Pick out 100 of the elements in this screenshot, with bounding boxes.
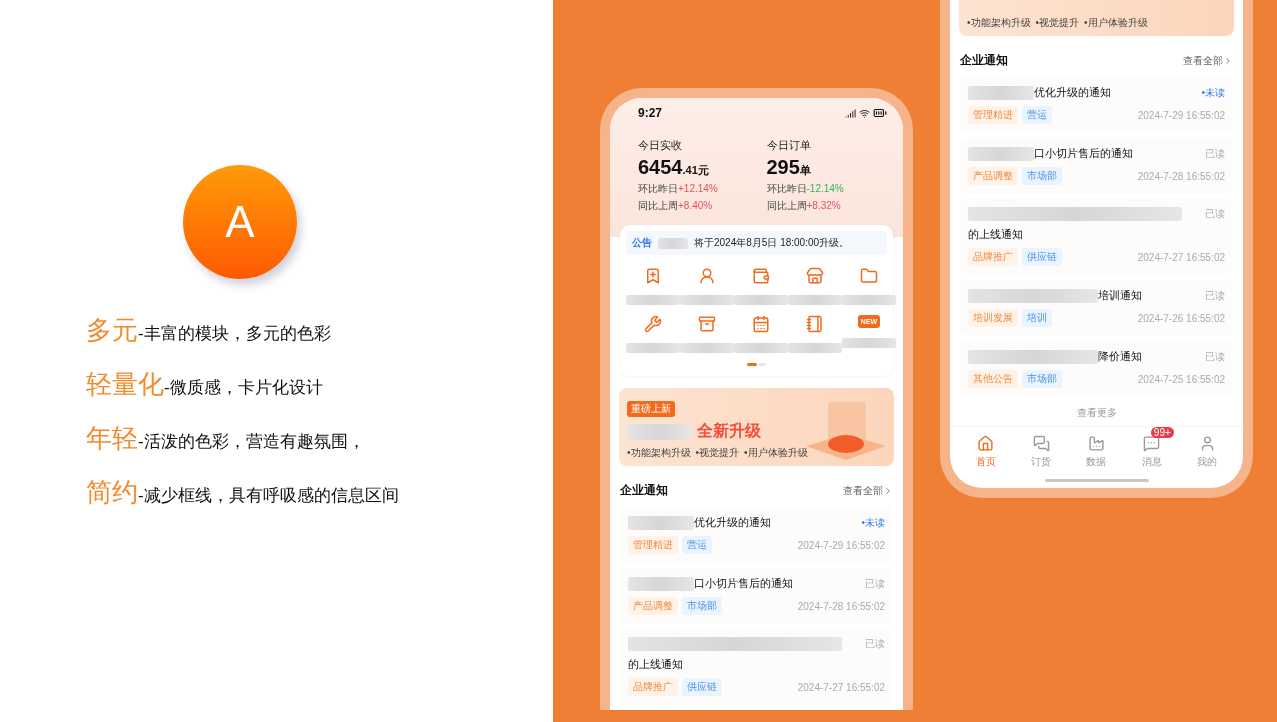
banner-bullet: •视觉提升	[1035, 16, 1080, 30]
notice-card[interactable]: 培训通知 已读 培训发展 培训 2024-7-26 16:55:02	[960, 280, 1233, 335]
announcement-tag: 公告	[632, 236, 652, 250]
keyword: 简约	[86, 476, 138, 509]
notice-title: 降价通知	[1098, 349, 1142, 364]
banner-title: 全新升级	[697, 421, 761, 441]
tag: 培训发展	[968, 309, 1018, 327]
tab-icon	[1143, 435, 1161, 452]
tag: 供应链	[682, 678, 722, 696]
tag: 供应链	[1022, 248, 1062, 266]
stat-change: +8.40%	[678, 200, 713, 211]
notice-time: 2024-7-28 16:55:02	[1137, 170, 1225, 182]
shortcut-icon[interactable]	[644, 315, 662, 333]
notice-time: 2024-7-28 16:55:02	[797, 600, 885, 612]
stat-value: 6454	[638, 156, 683, 179]
notice-time: 2024-7-29 16:55:02	[797, 539, 885, 551]
notice-card[interactable]: 口小切片售后的通知 已读 产品调整 市场部 2024-7-28 16:55:02	[620, 568, 893, 623]
notice-card[interactable]: 优化升级的通知 •未读 管理精进 营运 2024-7-29 16:55:02	[960, 77, 1233, 132]
blurred-text	[628, 515, 694, 530]
signal-icon	[845, 107, 856, 119]
stat-value: 295	[766, 156, 800, 179]
tag: 产品调整	[628, 597, 678, 615]
stat-unit: 单	[799, 164, 811, 178]
shortcut-icon[interactable]	[806, 315, 824, 333]
tag: 培训	[1022, 309, 1052, 327]
section-title: 企业通知	[960, 52, 1008, 69]
blurred-text	[788, 343, 842, 353]
notice-title: 口小切片售后的通知	[694, 576, 793, 591]
battery-icon	[873, 106, 887, 120]
notice-card[interactable]: 优化升级的通知 •未读 管理精进 营运 2024-7-29 16:55:02	[620, 507, 893, 562]
blurred-text	[842, 295, 896, 305]
keyword-description: -微质感，卡片化设计	[164, 378, 323, 399]
wifi-icon	[859, 107, 870, 119]
notice-time: 2024-7-27 16:55:02	[797, 681, 885, 693]
notice-title: 口小切片售后的通知	[1034, 146, 1133, 161]
notice-card[interactable]: 口小切片售后的通知 已读 产品调整 市场部 2024-7-28 16:55:02	[960, 138, 1233, 193]
announcement-bar[interactable]: 公告 将于2024年8月5日 18:00:00升级。	[626, 231, 887, 255]
read-status: •未读	[1201, 85, 1225, 100]
banner-badge: 重磅上新	[627, 401, 675, 417]
stat-unit: .41元	[682, 164, 709, 178]
tab-icon	[977, 435, 995, 452]
stat-change: +12.14%	[678, 183, 718, 194]
shortcut-icon[interactable]	[698, 267, 716, 285]
notice-title: 培训通知	[1098, 288, 1142, 303]
count-badge: 99+	[1150, 427, 1174, 438]
promo-banner[interactable]: 重磅上新 全新升级 •功能架构升级 •视觉提升 •用户体验升级	[619, 388, 894, 466]
shortcut-icon[interactable]	[698, 315, 716, 333]
notice-time: 2024-7-26 16:55:02	[1137, 312, 1225, 324]
tag: 产品调整	[968, 167, 1018, 185]
promo-banner[interactable]: •功能架构升级 •视觉提升 •用户体验升级	[959, 0, 1234, 36]
stat-change: -12.14%	[806, 183, 844, 194]
notice-card[interactable]: 已读 的上线通知 品牌推广 供应链 2024-7-27 16:55:02	[960, 199, 1233, 274]
stat-comparison: 同比上周+8.40%	[638, 199, 714, 213]
notice-title: 优化升级的通知	[694, 515, 771, 530]
read-status: 已读	[1205, 146, 1225, 161]
read-status: 已读	[1205, 288, 1225, 303]
tab-icon	[1032, 435, 1050, 452]
chevron-icon	[1223, 55, 1233, 66]
blurred-text	[626, 343, 680, 353]
notice-title: 优化升级的通知	[1034, 85, 1111, 100]
notice-time: 2024-7-25 16:55:02	[1137, 373, 1225, 385]
keyword: 年轻	[86, 422, 138, 455]
letter-badge: A	[183, 165, 297, 279]
stat-comparison: 环比昨日-12.14%	[766, 182, 845, 196]
blurred-text	[658, 237, 688, 249]
notice-title: 的上线通知	[628, 657, 683, 672]
view-all-link[interactable]: 查看全部	[843, 483, 893, 498]
shortcut-icon[interactable]	[752, 267, 770, 285]
shortcut-icon[interactable]	[860, 267, 878, 285]
blurred-text	[626, 295, 680, 305]
shortcut-icon[interactable]	[644, 267, 662, 285]
tag: 管理精进	[968, 106, 1018, 124]
blurred-text	[968, 146, 1034, 161]
notice-card[interactable]: 降价通知 已读 其他公告 市场部 2024-7-25 16:55:02	[960, 341, 1233, 396]
stat-comparison: 环比昨日+12.14%	[638, 182, 719, 196]
shortcut-icon[interactable]	[752, 315, 770, 333]
banner-bullet: •功能架构升级	[627, 446, 691, 460]
shortcut-icon[interactable]	[806, 267, 824, 285]
blurred-text	[628, 576, 694, 591]
section-title: 企业通知	[620, 482, 668, 499]
banner-bullet: •用户体验升级	[1084, 16, 1148, 30]
notice-title: 的上线通知	[968, 227, 1023, 242]
keyword-description: -丰富的模块，多元的色彩	[138, 324, 331, 345]
view-all-link[interactable]: 查看全部	[1183, 53, 1233, 68]
notice-card[interactable]: 已读 的上线通知 品牌推广 供应链 2024-7-27 16:55:02	[620, 629, 893, 704]
stat-comparison: 同比上周+8.32%	[766, 199, 842, 213]
tag: 营运	[1022, 106, 1052, 124]
notice-time: 2024-7-27 16:55:02	[1137, 251, 1225, 263]
keyword: 轻量化	[86, 368, 164, 401]
keyword: 多元	[86, 314, 138, 347]
tag: 品牌推广	[628, 678, 678, 696]
stat-label: 今日实收	[638, 138, 683, 153]
blurred-text	[842, 338, 896, 348]
announcement-text: 将于2024年8月5日 18:00:00升级。	[694, 236, 850, 250]
stat-label: 今日订单	[766, 138, 812, 153]
tag: 市场部	[1022, 167, 1062, 185]
keyword-description: -减少框线，具有呼吸感的信息区间	[138, 486, 399, 507]
read-status: 已读	[1205, 207, 1225, 221]
tag: 品牌推广	[968, 248, 1018, 266]
blurred-text	[627, 423, 691, 440]
